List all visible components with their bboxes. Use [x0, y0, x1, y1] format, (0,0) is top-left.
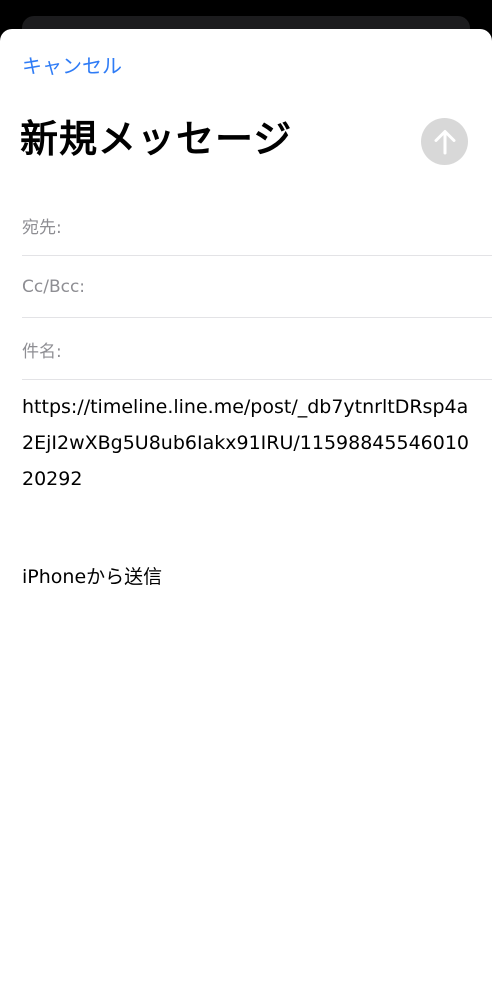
send-button[interactable]: [421, 118, 468, 165]
subject-input[interactable]: [65, 318, 492, 380]
to-label: 宛先:: [22, 217, 62, 238]
arrow-up-icon: [434, 129, 455, 154]
cancel-button[interactable]: キャンセル: [22, 54, 122, 78]
cc-bcc-label: Cc/Bcc:: [22, 277, 86, 297]
compose-sheet: キャンセル 新規メッセージ 宛先: Cc/Bcc: 件名: https://ti…: [0, 29, 492, 1000]
message-body[interactable]: https://timeline.line.me/post/_db7ytnrlt…: [22, 389, 472, 595]
body-url-text: https://timeline.line.me/post/_db7ytnrlt…: [22, 396, 470, 490]
subject-field[interactable]: 件名:: [22, 318, 492, 380]
cc-bcc-input[interactable]: [89, 256, 492, 318]
to-input[interactable]: [65, 194, 492, 256]
subject-label: 件名:: [22, 341, 62, 362]
page-title: 新規メッセージ: [20, 117, 293, 161]
to-field[interactable]: 宛先:: [22, 194, 492, 256]
cc-bcc-field[interactable]: Cc/Bcc:: [22, 256, 492, 318]
signature-text: iPhoneから送信: [22, 566, 163, 588]
